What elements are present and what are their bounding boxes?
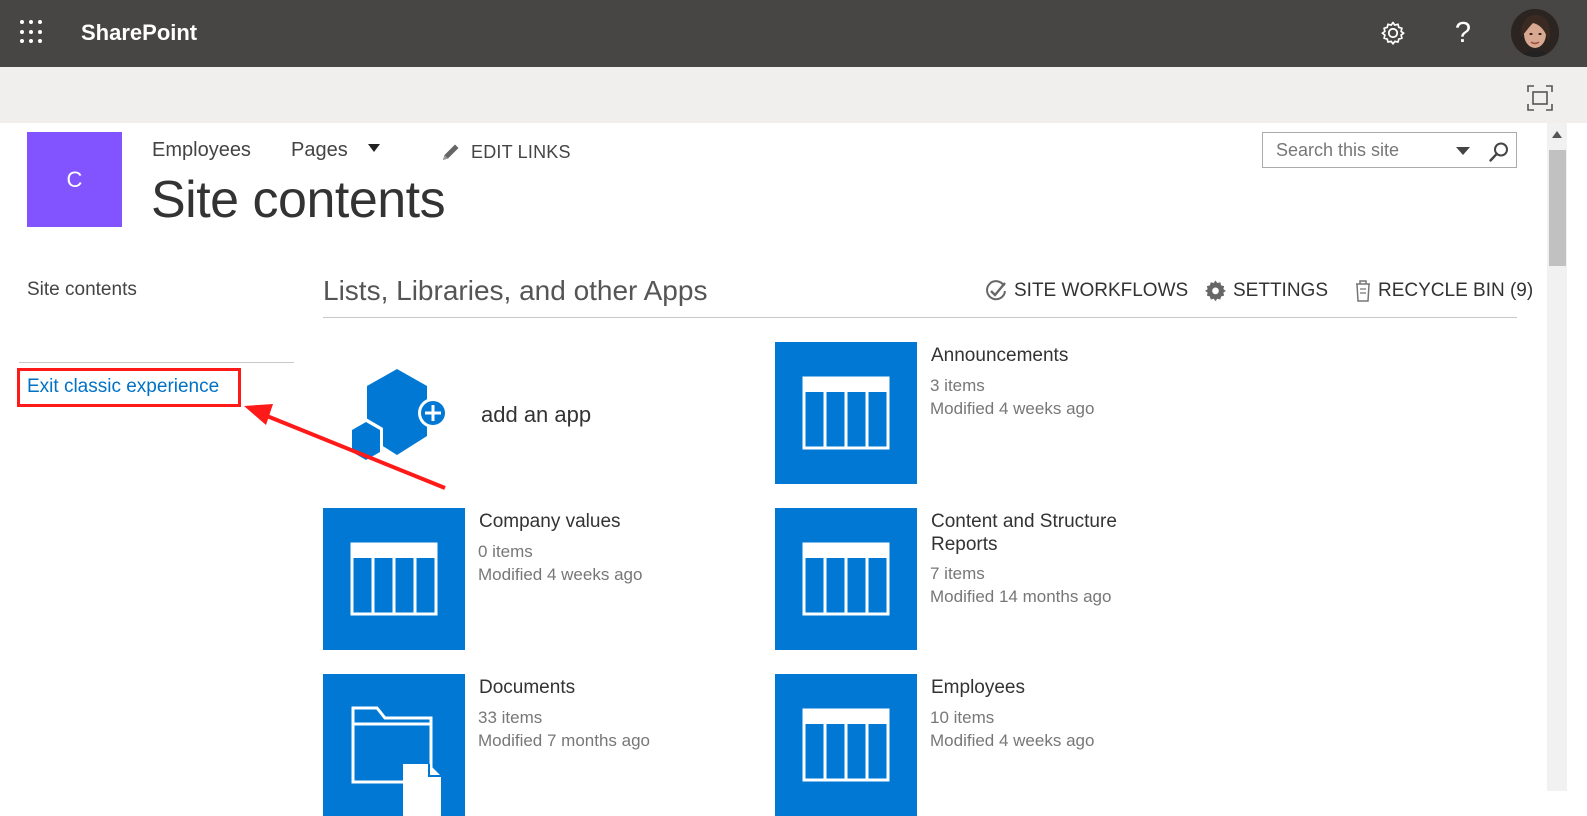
site-search-box[interactable] (1262, 132, 1517, 168)
settings-gear-icon (1205, 280, 1226, 302)
search-icon[interactable] (1488, 141, 1510, 163)
gear-icon (1381, 21, 1405, 45)
settings-command-button[interactable]: SETTINGS (1204, 279, 1328, 302)
suite-bar: SharePoint ? (0, 0, 1587, 67)
recycle-bin-icon (1356, 280, 1370, 302)
help-button[interactable]: ? (1446, 16, 1480, 50)
add-an-app-icon[interactable] (323, 342, 465, 484)
quicklaunch-site-contents[interactable]: Site contents (27, 279, 137, 301)
page-title: Site contents (151, 171, 446, 229)
app-modified: Modified 4 weeks ago (930, 731, 1095, 750)
recycle-bin-label: RECYCLE BIN (9) (1378, 280, 1534, 301)
app-tile-content-and-structure-reports[interactable]: Content and Structure Reports 7 items Mo… (775, 508, 1175, 650)
exit-classic-experience-link[interactable]: Exit classic experience (27, 376, 219, 398)
search-input[interactable] (1276, 140, 1446, 161)
add-an-app-link[interactable]: add an app (481, 402, 591, 428)
app-item-count: 7 items (930, 564, 985, 583)
scroll-up-arrow-icon[interactable] (1552, 131, 1562, 138)
search-scope-dropdown-icon[interactable] (1456, 147, 1470, 155)
app-modified: Modified 14 months ago (930, 587, 1112, 606)
topnav-employees-link[interactable]: Employees (152, 139, 251, 162)
topnav-pages-link[interactable]: Pages (291, 139, 348, 162)
app-tile-company-values[interactable]: Company values 0 items Modified 4 weeks … (323, 508, 723, 650)
site-workflows-label: SITE WORKFLOWS (1014, 280, 1189, 301)
settings-command-label: SETTINGS (1233, 279, 1329, 301)
document-library-icon (323, 674, 465, 816)
app-tile-employees[interactable]: Employees 10 items Modified 4 weeks ago (775, 674, 1175, 816)
app-modified: Modified 4 weeks ago (930, 399, 1095, 418)
list-icon (323, 508, 465, 650)
list-icon (775, 674, 917, 816)
site-workflows-button[interactable]: SITE WORKFLOWS (984, 279, 1188, 303)
workflow-check-icon (986, 280, 1006, 301)
app-item-count: 10 items (930, 708, 995, 727)
app-title[interactable]: Employees (931, 676, 1151, 699)
ribbon-bar (0, 67, 1587, 123)
content-divider (323, 317, 1517, 318)
quick-launch-divider (19, 362, 294, 363)
app-launcher-icon[interactable] (20, 20, 44, 44)
sharepoint-brand-link[interactable]: SharePoint (81, 20, 197, 46)
recycle-bin-button[interactable]: RECYCLE BIN (9) (1354, 279, 1533, 303)
app-title[interactable]: Documents (479, 676, 699, 699)
app-title[interactable]: Company values (479, 510, 699, 533)
app-item-count: 33 items (478, 708, 543, 727)
section-title: Lists, Libraries, and other Apps (323, 275, 708, 306)
app-item-count: 3 items (930, 376, 985, 395)
help-icon: ? (1454, 16, 1472, 49)
list-icon (775, 508, 917, 650)
focus-on-content-icon[interactable] (1527, 85, 1553, 111)
avatar[interactable] (1511, 9, 1559, 57)
app-tile-announcements[interactable]: Announcements 3 items Modified 4 weeks a… (775, 342, 1175, 484)
scrollbar-thumb[interactable] (1549, 150, 1566, 266)
pencil-icon (443, 144, 459, 160)
app-modified: Modified 4 weeks ago (478, 565, 643, 584)
edit-links-label: EDIT LINKS (471, 141, 571, 162)
user-photo-icon (1511, 9, 1559, 57)
app-item-count: 0 items (478, 542, 533, 561)
pages-dropdown-icon[interactable] (368, 144, 380, 152)
app-title[interactable]: Announcements (931, 344, 1151, 367)
site-logo[interactable]: C (27, 132, 122, 227)
edit-links-button[interactable]: EDIT LINKS (440, 141, 571, 163)
site-logo-letter: C (66, 166, 83, 192)
settings-button[interactable] (1376, 16, 1410, 50)
list-icon (775, 342, 917, 484)
app-modified: Modified 7 months ago (478, 731, 650, 750)
app-tile-documents[interactable]: Documents 33 items Modified 7 months ago (323, 674, 723, 816)
app-title[interactable]: Content and Structure Reports (931, 510, 1151, 556)
